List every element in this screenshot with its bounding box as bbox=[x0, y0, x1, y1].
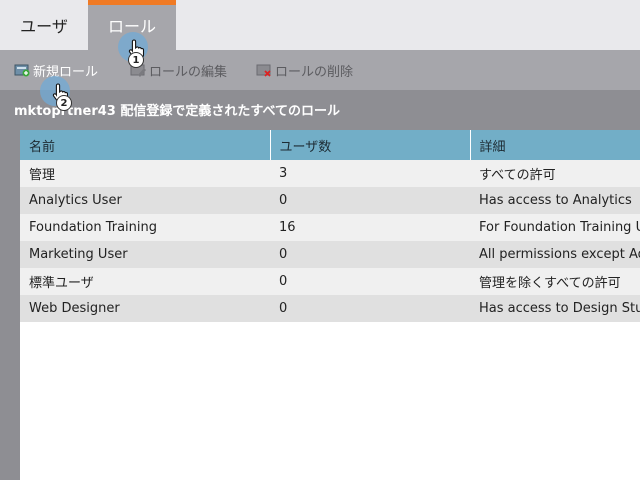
table-row[interactable]: Foundation Training 16 For Foundation Tr… bbox=[20, 214, 640, 241]
table-row[interactable]: 標準ユーザ 0 管理を除くすべての許可 bbox=[20, 268, 640, 295]
toolbar: 新規ロール ロールの編集 ロールの削除 bbox=[0, 50, 640, 90]
cell-name: Foundation Training bbox=[20, 214, 270, 241]
cell-name: 管理 bbox=[20, 160, 270, 187]
table-row[interactable]: Marketing User 0 All permissions except … bbox=[20, 241, 640, 268]
cell-details: すべての許可 bbox=[470, 160, 640, 187]
cell-name: Analytics User bbox=[20, 187, 270, 214]
cell-details: Has access to Analytics bbox=[470, 187, 640, 214]
edit-role-icon bbox=[130, 62, 146, 78]
cell-user-count: 0 bbox=[270, 268, 470, 295]
delete-role-label: ロールの削除 bbox=[275, 64, 354, 80]
table-row[interactable]: Analytics User 0 Has access to Analytics bbox=[20, 187, 640, 214]
new-role-button[interactable]: 新規ロール bbox=[14, 50, 98, 90]
delete-role-icon bbox=[256, 62, 272, 78]
cell-user-count: 3 bbox=[270, 160, 470, 187]
table-header-row: 名前 ユーザ数 詳細 bbox=[20, 130, 640, 160]
table-row[interactable]: 管理 3 すべての許可 bbox=[20, 160, 640, 187]
cell-user-count: 0 bbox=[270, 241, 470, 268]
cell-user-count: 0 bbox=[270, 295, 470, 322]
edit-role-button[interactable]: ロールの編集 bbox=[130, 50, 227, 90]
cell-name: 標準ユーザ bbox=[20, 268, 270, 295]
edit-role-label: ロールの編集 bbox=[149, 64, 228, 80]
cell-details: 管理を除くすべての許可 bbox=[470, 268, 640, 295]
new-role-label: 新規ロール bbox=[33, 64, 99, 80]
cell-name: Web Designer bbox=[20, 295, 270, 322]
roles-grid: 名前 ユーザ数 詳細 管理 3 すべての許可 Analytics User 0 … bbox=[20, 130, 640, 480]
table-row[interactable]: Web Designer 0 Has access to Design Stud… bbox=[20, 295, 640, 322]
cell-details: For Foundation Training Us bbox=[470, 214, 640, 241]
roles-table: 名前 ユーザ数 詳細 管理 3 すべての許可 Analytics User 0 … bbox=[20, 130, 640, 322]
column-header-user-count[interactable]: ユーザ数 bbox=[270, 130, 471, 160]
new-role-icon bbox=[14, 62, 30, 78]
tab-roles[interactable]: ロール bbox=[88, 0, 176, 50]
column-header-name[interactable]: 名前 bbox=[20, 130, 271, 160]
tab-users[interactable]: ユーザ bbox=[0, 0, 88, 50]
column-header-details[interactable]: 詳細 bbox=[470, 130, 640, 160]
delete-role-button[interactable]: ロールの削除 bbox=[256, 50, 353, 90]
cell-user-count: 16 bbox=[270, 214, 470, 241]
section-title: mktoprtner43 配信登録で定義されたすべてのロール bbox=[14, 104, 340, 119]
cell-details: All permissions except Adm bbox=[470, 241, 640, 268]
tab-bar: ユーザ ロール bbox=[0, 0, 640, 50]
cell-user-count: 0 bbox=[270, 187, 470, 214]
cell-details: Has access to Design Studio bbox=[470, 295, 640, 322]
cell-name: Marketing User bbox=[20, 241, 270, 268]
